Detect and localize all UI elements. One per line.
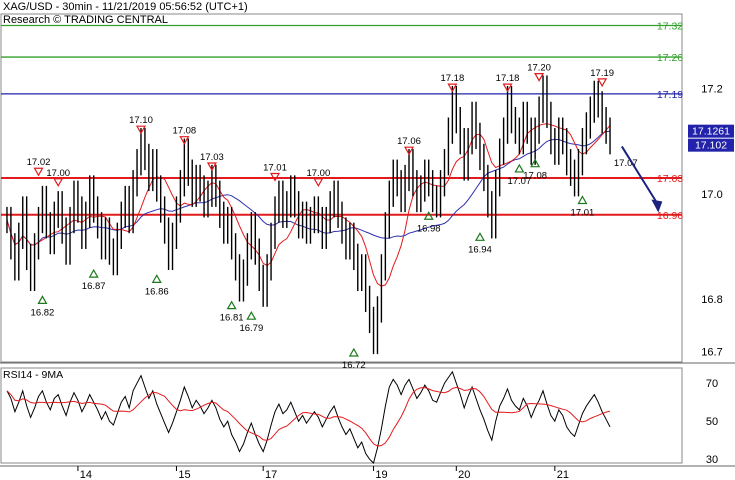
swing-high-label: 17.00 <box>46 168 70 179</box>
swing-high-marker <box>534 73 545 82</box>
swing-high-marker <box>313 178 324 187</box>
price-panel-frame <box>0 13 683 363</box>
swing-low-marker <box>226 300 237 310</box>
support-level-label: 16.96 <box>657 210 683 222</box>
price-badge-label: 17.1261 <box>692 126 730 138</box>
swing-low-marker <box>37 295 48 304</box>
swing-low-label: 16.72 <box>342 360 366 371</box>
price-y-tick: 17.0 <box>701 189 722 201</box>
x-tick-label: 14 <box>80 469 92 480</box>
swing-low-marker <box>348 347 359 357</box>
swing-high-marker <box>53 178 64 187</box>
target-level-label: 17.26 <box>657 52 683 64</box>
pivot-level-label: 17.19 <box>657 89 683 101</box>
price-rsi-chart: 16.7 16.8 17.0 17.2 17.32 17.26 17.19 17.03 16.9… <box>0 13 735 480</box>
swing-low-label: 16.98 <box>417 223 441 234</box>
forecast-arrow-line <box>621 145 659 205</box>
swing-low-label: 16.82 <box>31 307 55 318</box>
rsi-y-tick: 50 <box>706 416 718 428</box>
swing-low-label: 17.08 <box>523 171 547 182</box>
swing-low-label: 17.01 <box>571 208 595 219</box>
price-y-tick: 17.2 <box>701 84 722 96</box>
rsi-y-tick: 70 <box>706 378 718 390</box>
x-tick-label: 15 <box>178 469 190 480</box>
swing-low-label: 16.94 <box>468 244 492 255</box>
swing-low-label: 16.86 <box>145 286 169 297</box>
swing-high-label: 17.18 <box>440 73 464 84</box>
swing-low-label: 16.81 <box>220 313 244 324</box>
swing-high-label: 17.00 <box>306 168 330 179</box>
swing-high-label: 17.19 <box>590 68 614 79</box>
price-y-tick: 16.7 <box>701 346 722 358</box>
x-tick-label: 20 <box>458 469 470 480</box>
swing-low-marker <box>474 232 485 241</box>
x-tick-label: 19 <box>375 469 387 480</box>
swing-high-label: 17.18 <box>496 73 520 84</box>
rsi-ma-line <box>6 386 611 447</box>
swing-high-label: 17.06 <box>397 136 421 147</box>
swing-low-marker <box>88 268 99 278</box>
swing-high-label: 17.10 <box>129 115 153 126</box>
swing-low-marker <box>514 163 525 173</box>
x-tick-label: 21 <box>557 469 569 480</box>
swing-high-label: 17.08 <box>172 126 196 137</box>
rsi-y-tick: 30 <box>706 454 718 466</box>
swing-high-label: 17.02 <box>27 157 51 168</box>
price-y-tick: 16.8 <box>701 294 722 306</box>
price-badge-label: 17.102 <box>695 140 727 152</box>
x-tick-label: 17 <box>265 469 277 480</box>
swing-high-label: 17.01 <box>263 163 287 174</box>
swing-low-label: 16.87 <box>82 281 106 292</box>
swing-high-label: 17.03 <box>200 152 224 163</box>
swing-high-marker <box>597 78 608 88</box>
swing-high-marker <box>33 167 44 177</box>
rsi-panel-title: RSI14 - 9MA <box>3 369 63 381</box>
swing-low-marker <box>246 310 257 320</box>
swing-low-marker <box>577 195 588 205</box>
swing-low-marker <box>151 274 162 283</box>
swing-low-label: 16.79 <box>239 323 263 334</box>
rsi-line <box>6 370 611 464</box>
swing-high-label: 17.20 <box>527 63 551 74</box>
support-level-label: 17.03 <box>657 173 683 185</box>
target-level-label: 17.32 <box>657 21 683 33</box>
